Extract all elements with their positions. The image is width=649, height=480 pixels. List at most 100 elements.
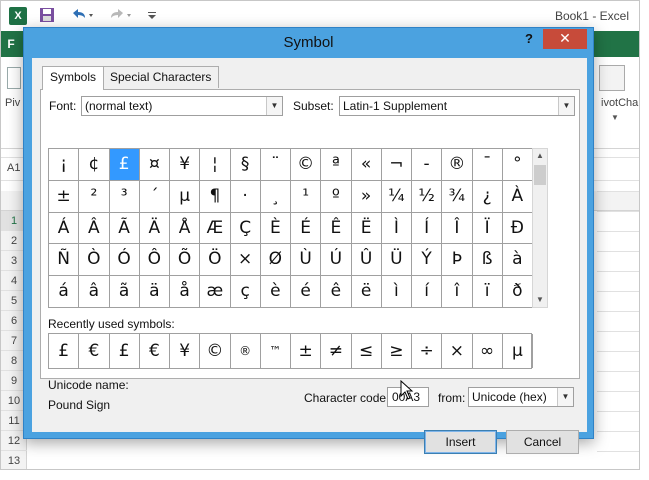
undo-icon[interactable] [69,7,95,25]
chevron-down-icon[interactable]: ▼ [557,388,573,406]
row-header[interactable]: 13 [1,451,27,469]
symbol-cell[interactable]: ¨ [260,149,291,181]
symbol-cell[interactable]: · [230,180,261,213]
symbol-cell[interactable]: ¯ [472,149,503,181]
symbol-cell[interactable]: º [321,180,352,213]
from-dropdown[interactable]: Unicode (hex) ▼ [468,387,574,407]
symbol-cell[interactable]: Î [442,212,473,245]
symbol-cell[interactable]: Ô [139,244,170,277]
symbol-cell[interactable]: ë [351,276,382,308]
symbol-cell[interactable]: ² [79,180,110,213]
symbol-cell[interactable]: ° [502,149,533,181]
symbol-cell[interactable]: ¡ [49,149,80,181]
scroll-down-icon[interactable]: ▼ [533,293,547,307]
symbol-cell[interactable]: ¼ [381,180,412,213]
symbol-cell[interactable]: è [260,276,291,308]
pivot-table-icon[interactable] [7,67,21,89]
symbol-cell[interactable]: ³ [109,180,140,213]
chevron-down-icon[interactable]: ▼ [558,97,574,115]
symbol-cell[interactable]: » [351,180,382,213]
symbol-cell[interactable]: ¹ [291,180,322,213]
symbol-cell[interactable]: Ê [321,212,352,245]
recent-symbol-cell[interactable]: ¥ [170,334,201,368]
font-dropdown[interactable]: (normal text) ▼ [81,96,283,116]
recent-symbol-cell[interactable]: ± [291,334,322,368]
symbol-cell[interactable]: Ñ [49,244,80,277]
symbol-cell[interactable]: ¦ [200,149,231,181]
chevron-down-icon[interactable]: ▼ [266,97,282,115]
recent-symbol-cell[interactable]: © [200,334,231,368]
recent-symbol-cell[interactable]: ™ [261,334,291,368]
symbol-cell[interactable]: È [260,212,291,245]
symbol-cell[interactable]: © [291,149,322,181]
symbol-cell[interactable]: æ [200,276,231,308]
symbol-cell[interactable]: Ø [260,244,291,277]
symbol-cell[interactable]: Ü [381,244,412,277]
recent-symbol-cell[interactable]: ≤ [352,334,382,368]
symbol-cell[interactable]: Ï [472,212,503,245]
recent-symbol-cell[interactable]: £ [110,334,140,368]
symbol-cell[interactable]: ® [442,149,473,181]
recent-symbol-cell[interactable]: ÷ [412,334,443,368]
insert-button[interactable]: Insert [424,430,497,454]
symbol-cell[interactable]: ¿ [472,180,503,213]
symbol-cell[interactable]: ½ [412,180,443,213]
pivot-chart-label[interactable]: ivotChar [601,97,639,109]
symbol-cell[interactable]: ¬ [381,149,412,181]
symbol-cell[interactable]: Û [351,244,382,277]
symbol-grid-scrollbar[interactable]: ▲ ▼ [532,148,548,308]
tab-file[interactable]: F [1,31,21,57]
pivot-chart-icon[interactable] [599,65,625,91]
symbol-cell[interactable]: ¤ [139,149,170,181]
symbol-cell[interactable]: Ù [291,244,322,277]
recent-symbol-cell[interactable]: ≠ [321,334,352,368]
recent-symbol-cell[interactable]: µ [503,334,533,368]
symbol-cell[interactable]: Ì [381,212,412,245]
cell-grid[interactable] [597,191,639,469]
subset-dropdown[interactable]: Latin-1 Supplement ▼ [339,96,575,116]
symbol-cell[interactable]: Õ [170,244,201,277]
symbol-cell[interactable]: É [291,212,322,245]
symbol-cell[interactable]: î [442,276,473,308]
help-button[interactable]: ? [525,31,533,46]
symbol-cell[interactable]: à [502,244,533,277]
symbol-cell[interactable]: « [351,149,382,181]
symbol-cell[interactable]: Ú [321,244,352,277]
scroll-up-icon[interactable]: ▲ [533,149,547,163]
recent-symbol-cell[interactable]: × [442,334,473,368]
symbol-cell[interactable]: Ë [351,212,382,245]
symbol-cell[interactable]: µ [170,180,201,213]
symbol-cell[interactable]: Á [49,212,80,245]
symbol-cell[interactable]: ¢ [79,149,110,181]
symbol-cell[interactable]: Å [170,212,201,245]
symbol-cell[interactable]: Ä [139,212,170,245]
tab-symbols[interactable]: Symbols [42,66,105,90]
symbol-cell[interactable]: ð [502,276,533,308]
symbol-cell[interactable]: ´ [139,180,170,213]
close-button[interactable]: ✕ [543,29,587,49]
symbol-cell[interactable]: - [412,149,443,181]
symbol-cell[interactable]: ª [321,149,352,181]
symbol-cell[interactable]: Ò [79,244,110,277]
recent-symbol-cell[interactable]: ≥ [382,334,412,368]
symbol-cell[interactable]: ¾ [442,180,473,213]
recent-symbol-cell[interactable]: £ [49,334,80,368]
symbol-cell[interactable]: ê [321,276,352,308]
symbol-cell[interactable]: Þ [442,244,473,277]
symbol-cell[interactable]: Ð [502,212,533,245]
dialog-titlebar[interactable]: Symbol ? ✕ [24,28,593,57]
tab-special-characters[interactable]: Special Characters [102,66,220,88]
symbol-cell[interactable]: ç [230,276,261,308]
symbol-cell[interactable]: ß [472,244,503,277]
symbol-cell[interactable]: Í [412,212,443,245]
symbol-cell[interactable]: Ö [200,244,231,277]
symbol-cell[interactable]: ï [472,276,503,308]
customize-toolbar-icon[interactable] [147,7,157,25]
symbol-cell[interactable]: ¸ [260,180,291,213]
symbol-cell[interactable]: ¥ [170,149,201,181]
recent-symbol-cell[interactable]: ∞ [473,334,503,368]
symbol-cell[interactable]: ì [381,276,412,308]
pivot-table-label[interactable]: Piv [5,97,20,109]
symbol-cell[interactable]: ä [139,276,170,308]
recent-symbol-cell[interactable]: € [79,334,110,368]
